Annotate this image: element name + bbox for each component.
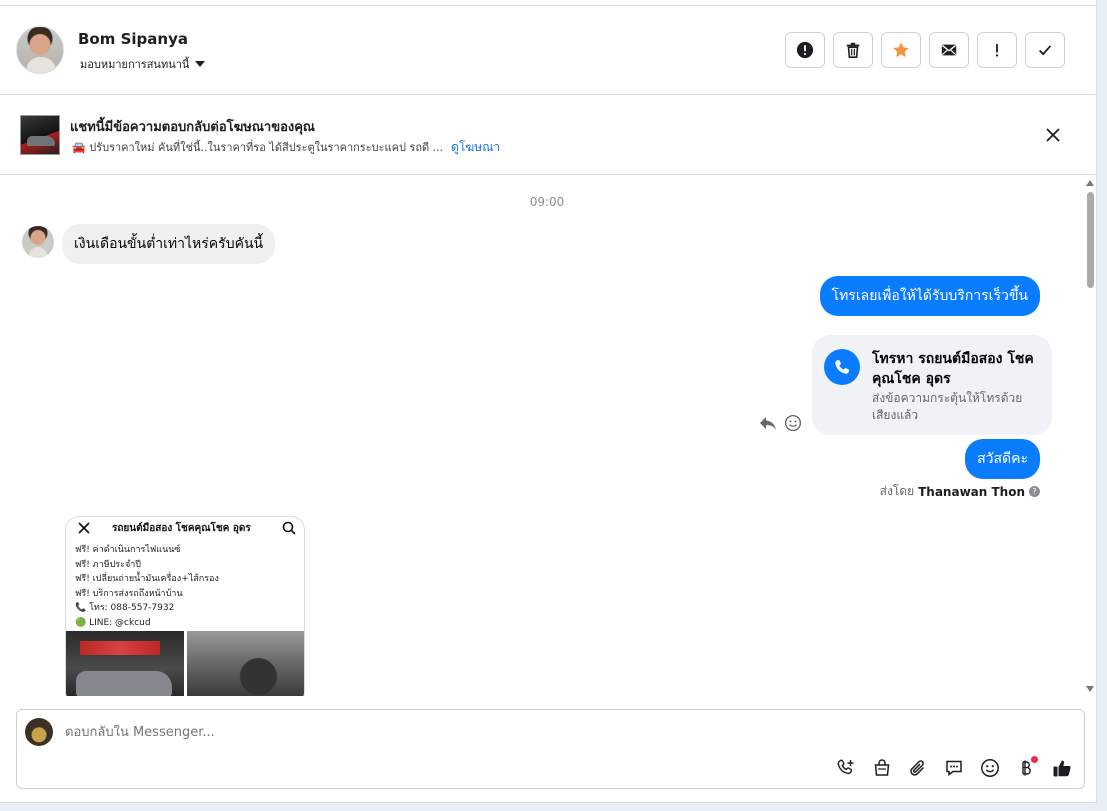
assign-conversation-dropdown[interactable]: มอบหมายการสนทนานี้ bbox=[80, 55, 206, 73]
sent-by-label: ส่งโดย Thanawan Thon ? bbox=[880, 482, 1040, 501]
report-spam-button[interactable] bbox=[785, 32, 825, 68]
mark-done-button[interactable] bbox=[1025, 32, 1065, 68]
post-line: ฟรี! ค่าดำเนินการไฟแนนซ์ bbox=[75, 545, 181, 555]
envelope-icon bbox=[941, 44, 957, 56]
thread-scrollbar[interactable] bbox=[1085, 176, 1097, 696]
post-header: รถยนต์มือสอง โชคคุณโชค อุดร bbox=[66, 517, 304, 539]
view-ad-link[interactable]: ดูโฆษณา bbox=[451, 138, 500, 157]
composer-toolbar bbox=[834, 756, 1074, 780]
incoming-message[interactable]: เงินเดือนขั้นต่ำเท่าไหร่ครับคันนี้ bbox=[62, 224, 276, 264]
post-title: รถยนต์มือสอง โชคคุณโชค อุดร bbox=[112, 523, 251, 534]
trash-icon bbox=[846, 42, 860, 59]
reply-input[interactable] bbox=[65, 725, 665, 740]
help-icon[interactable]: ? bbox=[1029, 486, 1040, 497]
baht-icon[interactable] bbox=[1014, 756, 1038, 780]
post-line: ฟรี! บริการส่งรถถึงหน้าบ้าน bbox=[75, 588, 183, 599]
inbox-panel: Bom Sipanya มอบหมายการสนทนานี้ แชทนี้มีข… bbox=[0, 0, 1097, 803]
saved-reply-icon[interactable] bbox=[942, 756, 966, 780]
ad-banner-title: แชทนี้มีข้อความตอบกลับต่อโฆษณาของคุณ bbox=[70, 120, 315, 135]
reply-icon[interactable] bbox=[758, 413, 778, 433]
call-card-subtitle: ส่งข้อความกระตุ้นให้โทรด้วยเสียงแล้ว bbox=[872, 391, 1023, 422]
post-line: 📞 โทร: 088-557-7932 bbox=[75, 603, 175, 613]
assign-label: มอบหมายการสนทนานี้ bbox=[80, 58, 190, 71]
outgoing-message[interactable]: สวัสดีคะ bbox=[965, 439, 1040, 479]
mark-unread-button[interactable] bbox=[929, 32, 969, 68]
call-request-card[interactable]: โทรหา รถยนต์มือสอง โชคคุณโชค อุดร ส่งข้อ… bbox=[812, 335, 1052, 435]
scroll-thumb[interactable] bbox=[1087, 192, 1094, 288]
contact-name[interactable]: Bom Sipanya bbox=[78, 30, 188, 48]
post-line: ฟรี! เปลี่ยนถ่ายน้ำมันเครื่อง+ไส้กรอง bbox=[75, 574, 219, 584]
react-emoji-icon[interactable] bbox=[784, 414, 802, 432]
checkmark-icon bbox=[1038, 45, 1052, 56]
ad-snippet: 🚘 ปรับราคาใหม่ คันที่ใช่นี้..ในราคาที่รอ… bbox=[72, 141, 444, 154]
post-car-exterior-image bbox=[66, 631, 184, 696]
exclamation-circle-icon bbox=[796, 41, 814, 59]
follow-up-button[interactable] bbox=[977, 32, 1017, 68]
shopping-bag-icon[interactable] bbox=[870, 756, 894, 780]
sent-by-prefix: ส่งโดย bbox=[879, 484, 915, 498]
close-icon[interactable] bbox=[1045, 127, 1061, 143]
shared-post-card[interactable]: รถยนต์มือสอง โชคคุณโชค อุดร ฟรี! ค่าดำเน… bbox=[65, 516, 305, 696]
contact-avatar[interactable] bbox=[16, 26, 64, 74]
message-thread[interactable]: 09:00 เงินเดือนขั้นต่ำเท่าไหร่ครับคันนี้… bbox=[0, 176, 1085, 696]
post-line: 🟢 LINE: @ckcud bbox=[75, 617, 151, 628]
header-actions bbox=[785, 32, 1065, 68]
post-body: ฟรี! ค่าดำเนินการไฟแนนซ์ ฟรี! ภาษีประจำป… bbox=[75, 543, 219, 630]
post-line: ฟรี! ภาษีประจำปี bbox=[75, 559, 142, 570]
scroll-down-arrow[interactable] bbox=[1086, 686, 1094, 692]
add-call-icon[interactable] bbox=[834, 756, 858, 780]
exclamation-icon bbox=[995, 43, 999, 57]
reply-composer bbox=[16, 709, 1085, 789]
post-car-interior-image bbox=[187, 631, 304, 696]
attachment-icon[interactable] bbox=[906, 756, 930, 780]
star-icon bbox=[893, 42, 909, 58]
sender-avatar[interactable] bbox=[22, 226, 54, 258]
message-actions bbox=[758, 413, 802, 433]
delete-button[interactable] bbox=[833, 32, 873, 68]
conversation-header: Bom Sipanya มอบหมายการสนทนานี้ bbox=[0, 6, 1097, 95]
star-button[interactable] bbox=[881, 32, 921, 68]
message-timestamp: 09:00 bbox=[529, 195, 565, 209]
ad-banner-subtitle: 🚘 ปรับราคาใหม่ คันที่ใช่นี้..ในราคาที่รอ… bbox=[72, 138, 500, 157]
notification-dot bbox=[1031, 756, 1038, 763]
outgoing-message[interactable]: โทรเลยเพื่อให้ได้รับบริการเร็วขึ้น bbox=[819, 276, 1040, 316]
emoji-icon[interactable] bbox=[978, 756, 1002, 780]
close-icon bbox=[78, 522, 90, 534]
call-card-title: โทรหา รถยนต์มือสอง โชคคุณโชค อุดร bbox=[872, 351, 1034, 387]
scroll-up-arrow[interactable] bbox=[1086, 180, 1094, 186]
ad-reply-banner: แชทนี้มีข้อความตอบกลับต่อโฆษณาของคุณ 🚘 ป… bbox=[0, 95, 1097, 175]
phone-icon bbox=[824, 349, 860, 385]
caret-down-icon bbox=[195, 61, 206, 67]
page-avatar bbox=[25, 718, 53, 746]
ad-thumbnail[interactable] bbox=[20, 115, 60, 155]
search-icon bbox=[282, 521, 296, 535]
thumbs-up-icon[interactable] bbox=[1050, 756, 1074, 780]
sent-by-name: Thanawan Thon bbox=[918, 484, 1025, 499]
